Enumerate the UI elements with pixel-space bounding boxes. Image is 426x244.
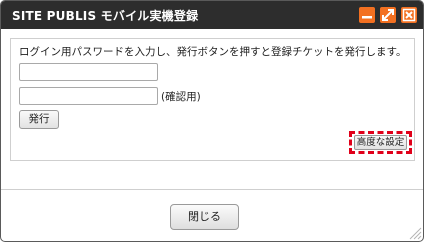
confirm-label: (確認用) — [161, 91, 201, 103]
resize-grip-icon[interactable] — [406, 224, 422, 240]
password-confirm-input[interactable] — [19, 87, 158, 105]
issue-button[interactable]: 発行 — [19, 110, 59, 129]
close-button[interactable]: 閉じる — [170, 204, 239, 230]
title-bar[interactable]: SITE PUBLIS モバイル実機登録 — [1, 1, 423, 29]
password-input[interactable] — [19, 63, 158, 81]
close-icon — [402, 8, 416, 22]
minimize-button[interactable] — [359, 7, 375, 23]
footer-divider — [1, 189, 423, 190]
maximize-button[interactable] — [380, 7, 396, 23]
advanced-settings-button[interactable]: 高度な設定 — [354, 135, 407, 150]
maximize-icon — [382, 9, 394, 21]
form-panel: ログイン用パスワードを入力し、発行ボタンを押すと登録チケットを発行します。 (確… — [10, 38, 415, 161]
mobile-registration-dialog: SITE PUBLIS モバイル実機登録 ログイン用パスワードを入力し、発行ボタ… — [0, 0, 424, 242]
instruction-text: ログイン用パスワードを入力し、発行ボタンを押すと登録チケットを発行します。 — [19, 46, 407, 58]
minimize-icon — [362, 16, 372, 19]
advanced-highlight: 高度な設定 — [349, 131, 412, 154]
close-window-button[interactable] — [401, 7, 417, 23]
window-title: SITE PUBLIS モバイル実機登録 — [12, 9, 199, 23]
